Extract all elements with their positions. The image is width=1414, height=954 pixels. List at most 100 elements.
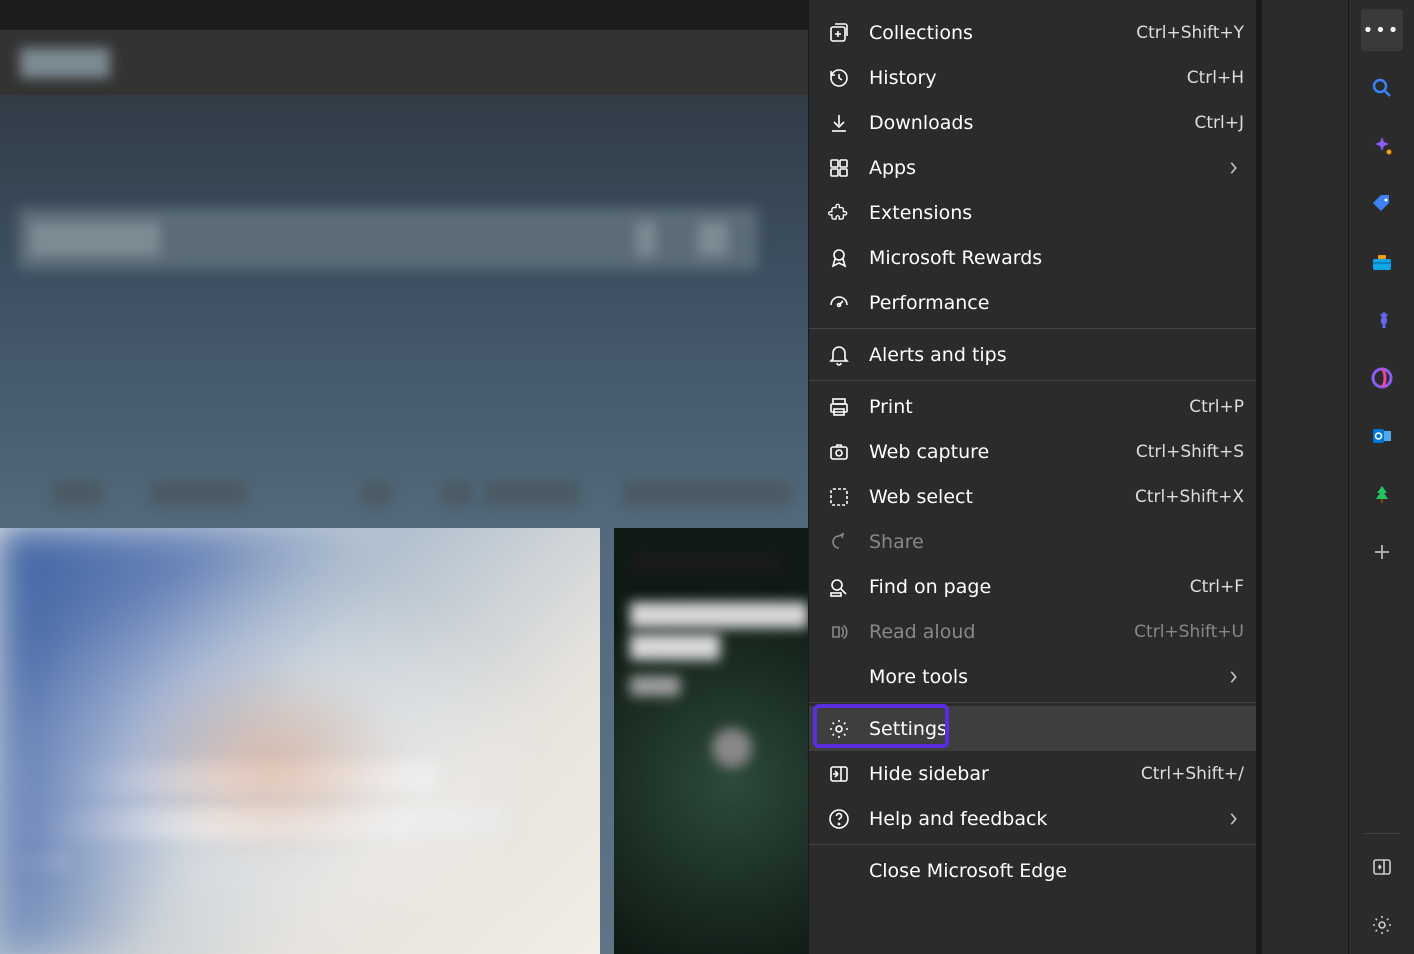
menu-item-label: Microsoft Rewards bbox=[869, 247, 1244, 269]
chevron-right-icon bbox=[1226, 810, 1244, 828]
content-cards bbox=[0, 528, 808, 954]
address-bar-area bbox=[0, 30, 808, 95]
chevron-right-icon bbox=[1226, 159, 1244, 177]
search-icon bbox=[1370, 76, 1394, 100]
menu-item-label: Apps bbox=[869, 157, 1208, 179]
menu-item-label: Hide sidebar bbox=[869, 763, 1123, 785]
menu-item-label: Alerts and tips bbox=[869, 344, 1244, 366]
content-card bbox=[614, 528, 808, 954]
collections-icon bbox=[827, 21, 851, 45]
sidebar-settings-button[interactable] bbox=[1361, 904, 1403, 946]
blurred-text bbox=[18, 850, 68, 872]
blurred-text bbox=[18, 762, 438, 794]
menu-item-settings[interactable]: Settings bbox=[809, 706, 1262, 751]
blurred-tab bbox=[484, 480, 580, 506]
blurred-tab bbox=[52, 480, 102, 506]
tag-icon bbox=[1370, 192, 1394, 216]
outlook-icon bbox=[1370, 424, 1394, 448]
menu-item-label: Web capture bbox=[869, 441, 1118, 463]
blurred-content bbox=[30, 222, 160, 256]
menu-item-web-capture[interactable]: Web capture Ctrl+Shift+S bbox=[809, 429, 1262, 474]
menu-scrollbar[interactable] bbox=[1256, 0, 1262, 954]
menu-separator bbox=[809, 328, 1262, 329]
blurred-tab bbox=[622, 480, 792, 506]
share-icon bbox=[827, 530, 851, 554]
sidebar-ai-button[interactable] bbox=[1361, 125, 1403, 167]
print-icon bbox=[827, 395, 851, 419]
apps-icon bbox=[827, 156, 851, 180]
more-menu-button[interactable]: ••• bbox=[1361, 9, 1403, 51]
blurred-tab bbox=[362, 480, 392, 506]
menu-item-label: Web select bbox=[869, 486, 1117, 508]
menu-item-find-on-page[interactable]: Find on pageCtrl+F bbox=[809, 564, 1262, 609]
menu-item-shortcut: Ctrl+Shift+U bbox=[1134, 622, 1244, 642]
blurred-text bbox=[630, 602, 808, 628]
sidebar-outlook-button[interactable] bbox=[1361, 415, 1403, 457]
sidebar-panel-toggle[interactable] bbox=[1361, 846, 1403, 888]
menu-item-alerts-and-tips[interactable]: Alerts and tips bbox=[809, 332, 1262, 377]
blurred-tab bbox=[150, 480, 246, 506]
sidebar-m365-button[interactable] bbox=[1361, 357, 1403, 399]
menu-item-shortcut: Ctrl+Shift+S bbox=[1136, 442, 1244, 462]
sidebar-icon bbox=[827, 762, 851, 786]
blurred-text bbox=[630, 550, 780, 576]
menu-item-print[interactable]: Print Ctrl+P bbox=[809, 384, 1262, 429]
menu-item-more-tools[interactable]: More tools bbox=[809, 654, 1262, 699]
sidebar-add-button[interactable] bbox=[1361, 531, 1403, 573]
menu-item-web-select[interactable]: Web selectCtrl+Shift+X bbox=[809, 474, 1262, 519]
menu-item-help-and-feedback[interactable]: Help and feedback bbox=[809, 796, 1262, 841]
history-icon bbox=[827, 66, 851, 90]
menu-item-label: Close Microsoft Edge bbox=[869, 860, 1244, 882]
menu-item-shortcut: Ctrl+H bbox=[1187, 68, 1244, 88]
menu-item-label: Read aloud bbox=[869, 621, 1116, 643]
bell-icon bbox=[827, 343, 851, 367]
menu-item-shortcut: Ctrl+Shift+/ bbox=[1141, 764, 1244, 784]
menu-item-shortcut: Ctrl+F bbox=[1190, 577, 1244, 597]
menu-item-shortcut: Ctrl+P bbox=[1189, 397, 1244, 417]
menu-item-downloads[interactable]: DownloadsCtrl+J bbox=[809, 100, 1262, 145]
menu-separator bbox=[809, 844, 1262, 845]
capture-icon bbox=[827, 440, 851, 464]
sidebar-games-button[interactable] bbox=[1361, 299, 1403, 341]
menu-item-extensions[interactable]: Extensions bbox=[809, 190, 1262, 235]
chess-icon bbox=[1370, 308, 1394, 332]
rewards-icon bbox=[827, 246, 851, 270]
menu-item-performance[interactable]: Performance bbox=[809, 280, 1262, 325]
m365-icon bbox=[1370, 366, 1394, 390]
menu-item-history[interactable]: HistoryCtrl+H bbox=[809, 55, 1262, 100]
sidebar-tree-button[interactable] bbox=[1361, 473, 1403, 515]
blurred-text bbox=[630, 676, 680, 696]
blurred-content bbox=[698, 222, 728, 256]
menu-item-label: Extensions bbox=[869, 202, 1244, 224]
chevron-right-icon bbox=[1226, 668, 1244, 686]
sidebar-tools-button[interactable] bbox=[1361, 241, 1403, 283]
menu-item-microsoft-rewards[interactable]: Microsoft Rewards bbox=[809, 235, 1262, 280]
menu-item-label: Print bbox=[869, 396, 1171, 418]
find-icon bbox=[827, 575, 851, 599]
panel-icon bbox=[1370, 855, 1394, 879]
blurred-avatar bbox=[712, 728, 752, 768]
help-icon bbox=[827, 807, 851, 831]
menu-item-close-microsoft-edge[interactable]: Close Microsoft Edge bbox=[809, 848, 1262, 893]
more-dots-icon: ••• bbox=[1361, 9, 1403, 51]
menu-item-apps[interactable]: Apps bbox=[809, 145, 1262, 190]
toolbox-icon bbox=[1370, 250, 1394, 274]
menu-item-hide-sidebar[interactable]: Hide sidebar Ctrl+Shift+/ bbox=[809, 751, 1262, 796]
sidebar-search-button[interactable] bbox=[1361, 67, 1403, 109]
read-icon bbox=[827, 620, 851, 644]
browser-main-menu: CollectionsCtrl+Shift+YHistoryCtrl+HDown… bbox=[808, 0, 1262, 954]
menu-item-read-aloud[interactable]: Read aloud Ctrl+Shift+U bbox=[809, 609, 1262, 654]
menu-item-label: Help and feedback bbox=[869, 808, 1208, 830]
page-content-blurred bbox=[0, 0, 808, 954]
plus-icon bbox=[1370, 540, 1394, 564]
extensions-icon bbox=[827, 201, 851, 225]
sidebar-shopping-button[interactable] bbox=[1361, 183, 1403, 225]
gear-icon bbox=[1370, 913, 1394, 937]
menu-item-label: Share bbox=[869, 531, 1244, 553]
blurred-content bbox=[20, 48, 110, 78]
blurred-text bbox=[18, 806, 508, 838]
menu-item-share[interactable]: Share bbox=[809, 519, 1262, 564]
settings-icon bbox=[827, 717, 851, 741]
menu-separator bbox=[809, 702, 1262, 703]
menu-item-collections[interactable]: CollectionsCtrl+Shift+Y bbox=[809, 10, 1262, 55]
